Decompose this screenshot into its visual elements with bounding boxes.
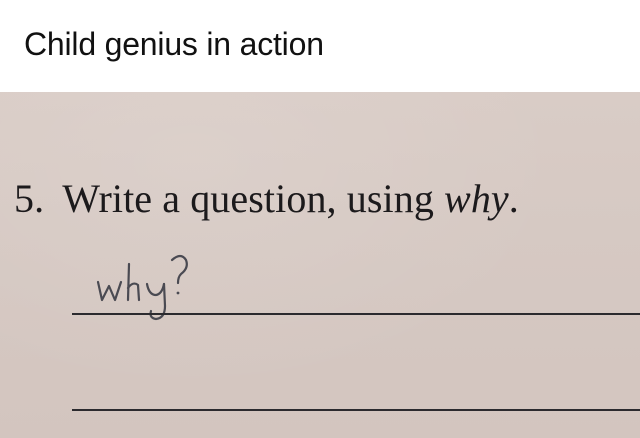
question-text: Write a question, using bbox=[62, 176, 445, 221]
worksheet-photo: 5. Write a question, using why. bbox=[0, 92, 640, 438]
meme-image: Child genius in action 5. Write a questio… bbox=[0, 0, 640, 438]
question-number: 5. bbox=[14, 176, 45, 221]
question-end: . bbox=[508, 176, 519, 221]
worksheet-question: 5. Write a question, using why. bbox=[14, 175, 519, 222]
caption-bar: Child genius in action bbox=[0, 0, 640, 92]
caption-text: Child genius in action bbox=[24, 26, 324, 62]
question-keyword: why bbox=[444, 176, 509, 221]
handwritten-answer bbox=[96, 254, 188, 321]
answer-line bbox=[72, 409, 640, 411]
answer-line bbox=[72, 313, 640, 315]
